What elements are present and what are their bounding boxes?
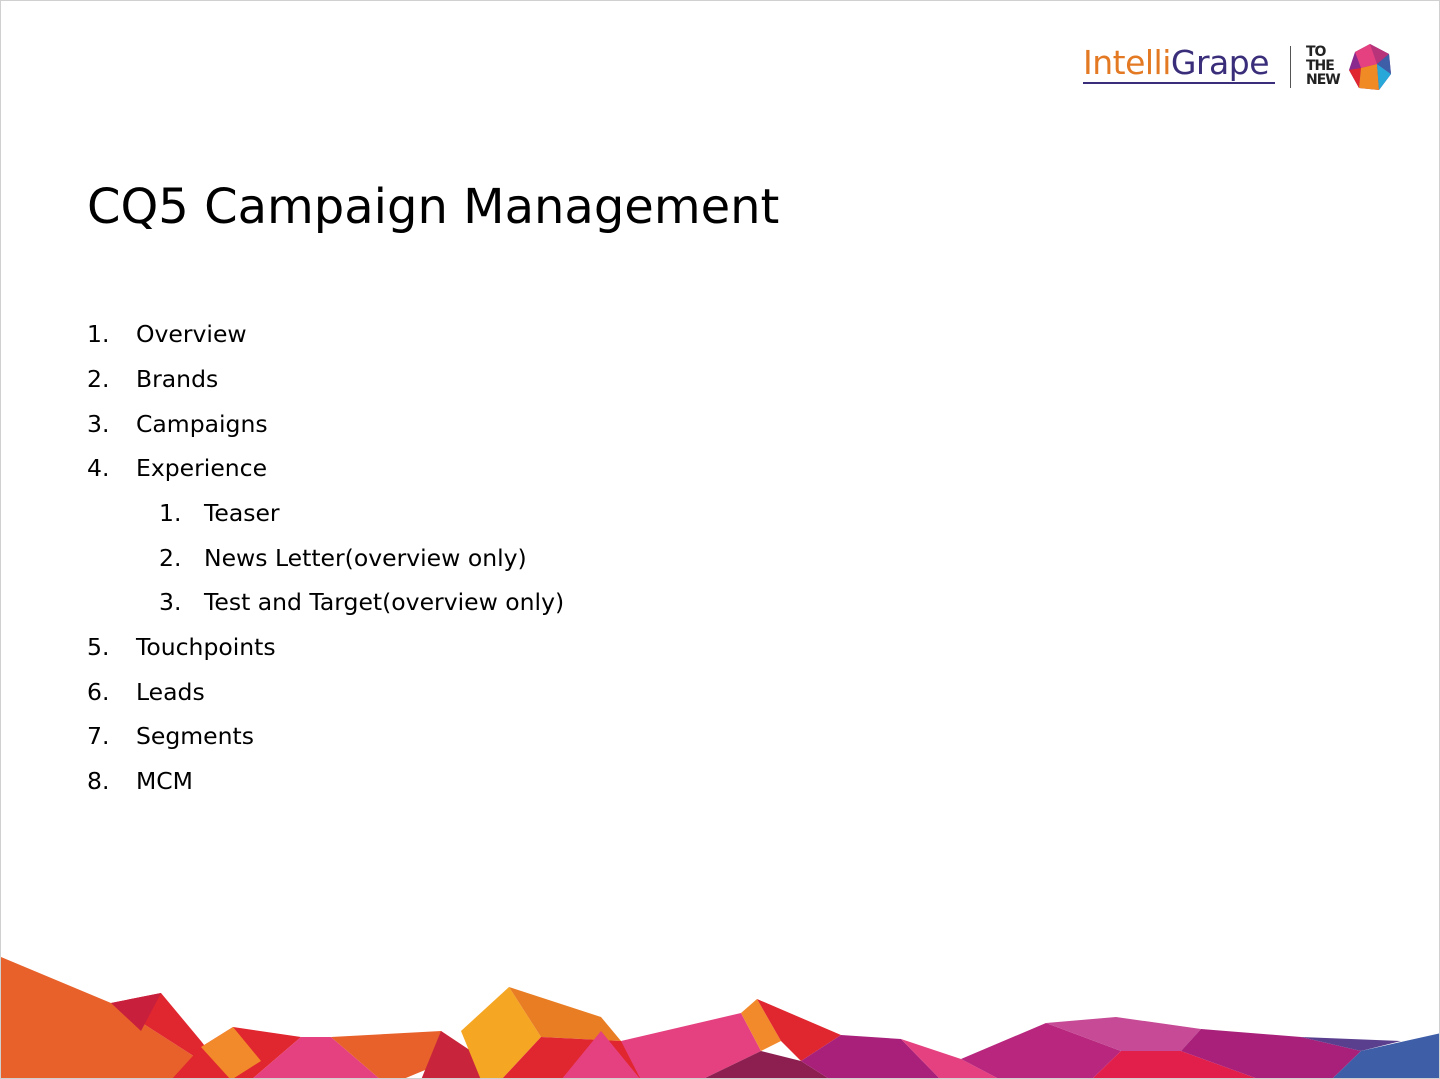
list-item-text: Leads — [136, 678, 205, 706]
slide: IntelliGrape TO THE NEW CQ5 Campaign Man… — [0, 0, 1440, 1079]
list-item-number: 3. — [87, 410, 110, 438]
decorative-polygon-footer — [1, 957, 1439, 1078]
logo-tagline-line: NEW — [1306, 72, 1341, 88]
logo-wordmark-grape: Grape — [1170, 43, 1270, 82]
list-item-text: Test and Target(overview only) — [204, 588, 565, 616]
list-item-text: Experience — [136, 454, 268, 482]
logo-tagline-line: TO — [1306, 44, 1326, 60]
list-item-number: 6. — [87, 678, 110, 706]
brand-logo: IntelliGrape TO THE NEW — [1081, 41, 1393, 93]
logo-tagline: TO THE NEW — [1306, 44, 1341, 88]
logo-divider — [1290, 46, 1291, 88]
list-item-number: 1. — [159, 499, 182, 527]
list-item-text: Touchpoints — [136, 633, 276, 661]
logo-wordmark: IntelliGrape — [1083, 43, 1270, 83]
gem-icon — [1349, 44, 1391, 90]
list-item-number: 8. — [87, 767, 110, 795]
list-item-number: 3. — [159, 588, 182, 616]
list-item-number: 4. — [87, 454, 110, 482]
list-item-number: 1. — [87, 320, 110, 348]
logo-tagline-line: THE — [1306, 58, 1335, 74]
list-item-text: News Letter(overview only) — [204, 544, 527, 572]
list-item-text: Segments — [136, 722, 254, 750]
list-item-number: 5. — [87, 633, 110, 661]
list-item-text: MCM — [136, 767, 193, 795]
list-item-number: 2. — [87, 365, 110, 393]
slide-title: CQ5 Campaign Management — [87, 179, 780, 235]
list-item-number: 2. — [159, 544, 182, 572]
list-item-text: Teaser — [204, 499, 280, 527]
logo-wordmark-intelli: Intelli — [1083, 43, 1171, 82]
list-item-number: 7. — [87, 722, 110, 750]
list-item-text: Brands — [136, 365, 219, 393]
list-item-text: Overview — [136, 320, 247, 348]
list-item-text: Campaigns — [136, 410, 268, 438]
logo-underline — [1083, 82, 1275, 84]
